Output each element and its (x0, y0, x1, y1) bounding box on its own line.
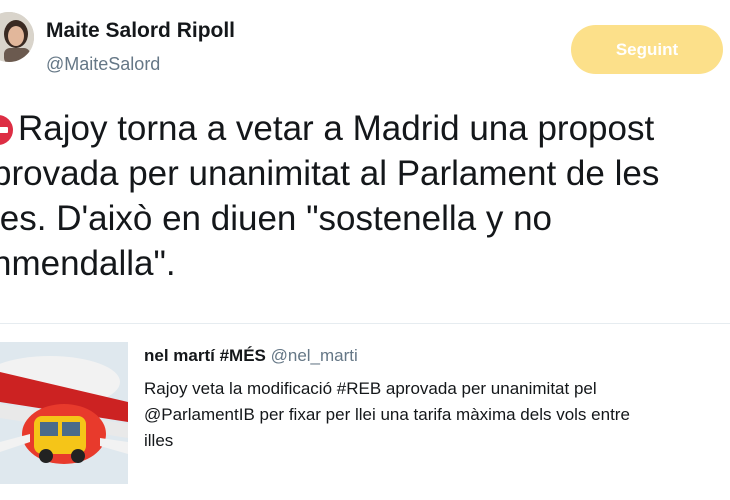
tweet-line: nmendalla". (0, 244, 176, 283)
tweet-text: Rajoy torna a vetar a Madrid una propost… (0, 106, 730, 286)
quoted-tweet-image[interactable] (0, 342, 128, 484)
quoted-author-handle: @nel_marti (270, 346, 358, 365)
author-name[interactable]: Maite Salord Ripoll (46, 19, 235, 43)
quoted-tweet-line: @ParlamentIB per fixar per llei una tari… (144, 405, 630, 424)
tweet-page: Maite Salord Ripoll @MaiteSalord Seguint… (0, 0, 730, 500)
quoted-tweet-line: illes (144, 431, 174, 450)
following-button[interactable]: Seguint (571, 25, 723, 74)
author-handle[interactable]: @MaiteSalord (46, 54, 160, 75)
tweet-line: Rajoy torna a vetar a Madrid una propost (18, 109, 655, 148)
tweet-line: les. D'això en diuen "sostenella y no (0, 199, 552, 238)
avatar[interactable] (0, 12, 34, 62)
quoted-tweet-card[interactable]: nel martí #MÉS @nel_marti Rajoy veta la … (0, 323, 730, 500)
quoted-tweet-author[interactable]: nel martí #MÉS @nel_marti (144, 346, 358, 366)
quoted-author-name: nel martí #MÉS (144, 346, 266, 365)
tweet-line: provada per unanimitat al Parlament de l… (0, 154, 660, 193)
quoted-tweet-text: Rajoy veta la modificació #REB aprovada … (144, 376, 724, 454)
quoted-tweet-line: Rajoy veta la modificació #REB aprovada … (144, 379, 597, 398)
